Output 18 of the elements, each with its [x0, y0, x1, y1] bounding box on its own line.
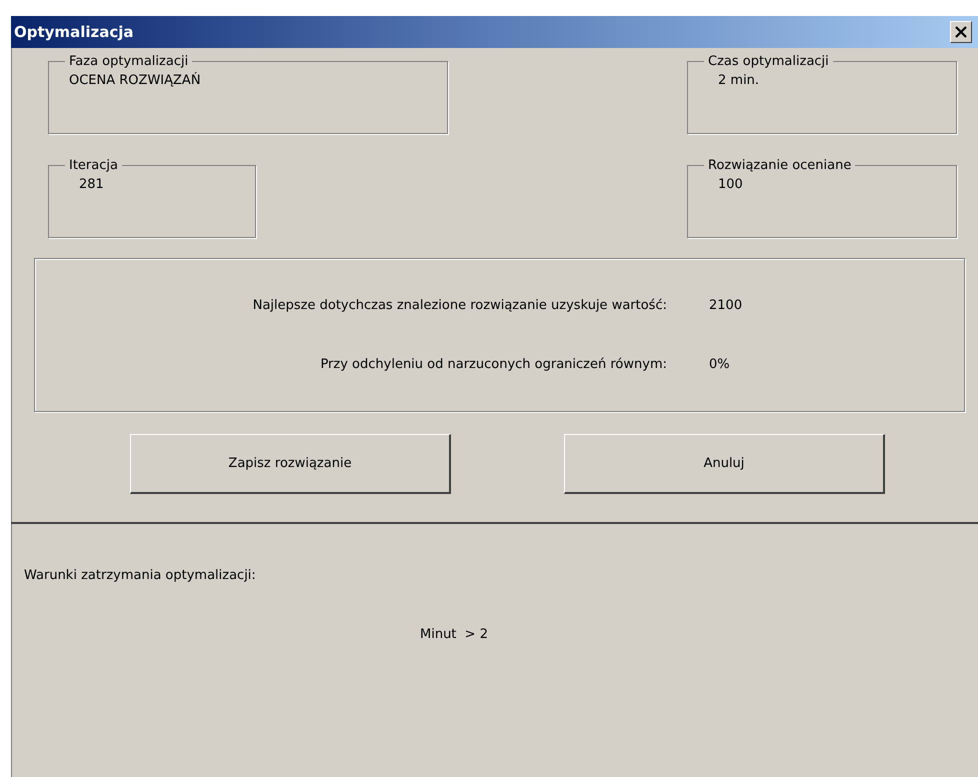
dialog-button[interactable]: Zapisz rozwiązanie [130, 434, 451, 494]
group-label: Iteracja [68, 158, 119, 173]
stop-conditions-label: Warunki zatrzymania optymalizacji: [24, 568, 257, 583]
group-value: 2 min. [717, 72, 760, 88]
group-label: Rozwiązanie oceniane [707, 158, 852, 173]
stop-condition: Minut > 2 [419, 626, 489, 642]
result-value: 2100 [709, 298, 744, 313]
group-value: 281 [78, 176, 105, 192]
result-label: Przy odchyleniu od narzuconych ograniczeń równym: [319, 357, 667, 372]
dialog-button[interactable]: Anuluj [564, 434, 885, 494]
window-title: Optymalizacja [14, 23, 134, 41]
result-label: Najlepsze dotychczas znalezione rozwiązanie uzyskuje wartość: [252, 298, 667, 313]
group-value: OCENA ROZWIĄZAŃ [68, 71, 202, 88]
group-label: Czas optymalizacji [707, 54, 830, 69]
close-icon[interactable] [950, 21, 972, 43]
group-value: 100 [717, 176, 744, 192]
result-value: 0% [709, 357, 731, 372]
group-label: Faza optymalizacji [68, 54, 190, 69]
